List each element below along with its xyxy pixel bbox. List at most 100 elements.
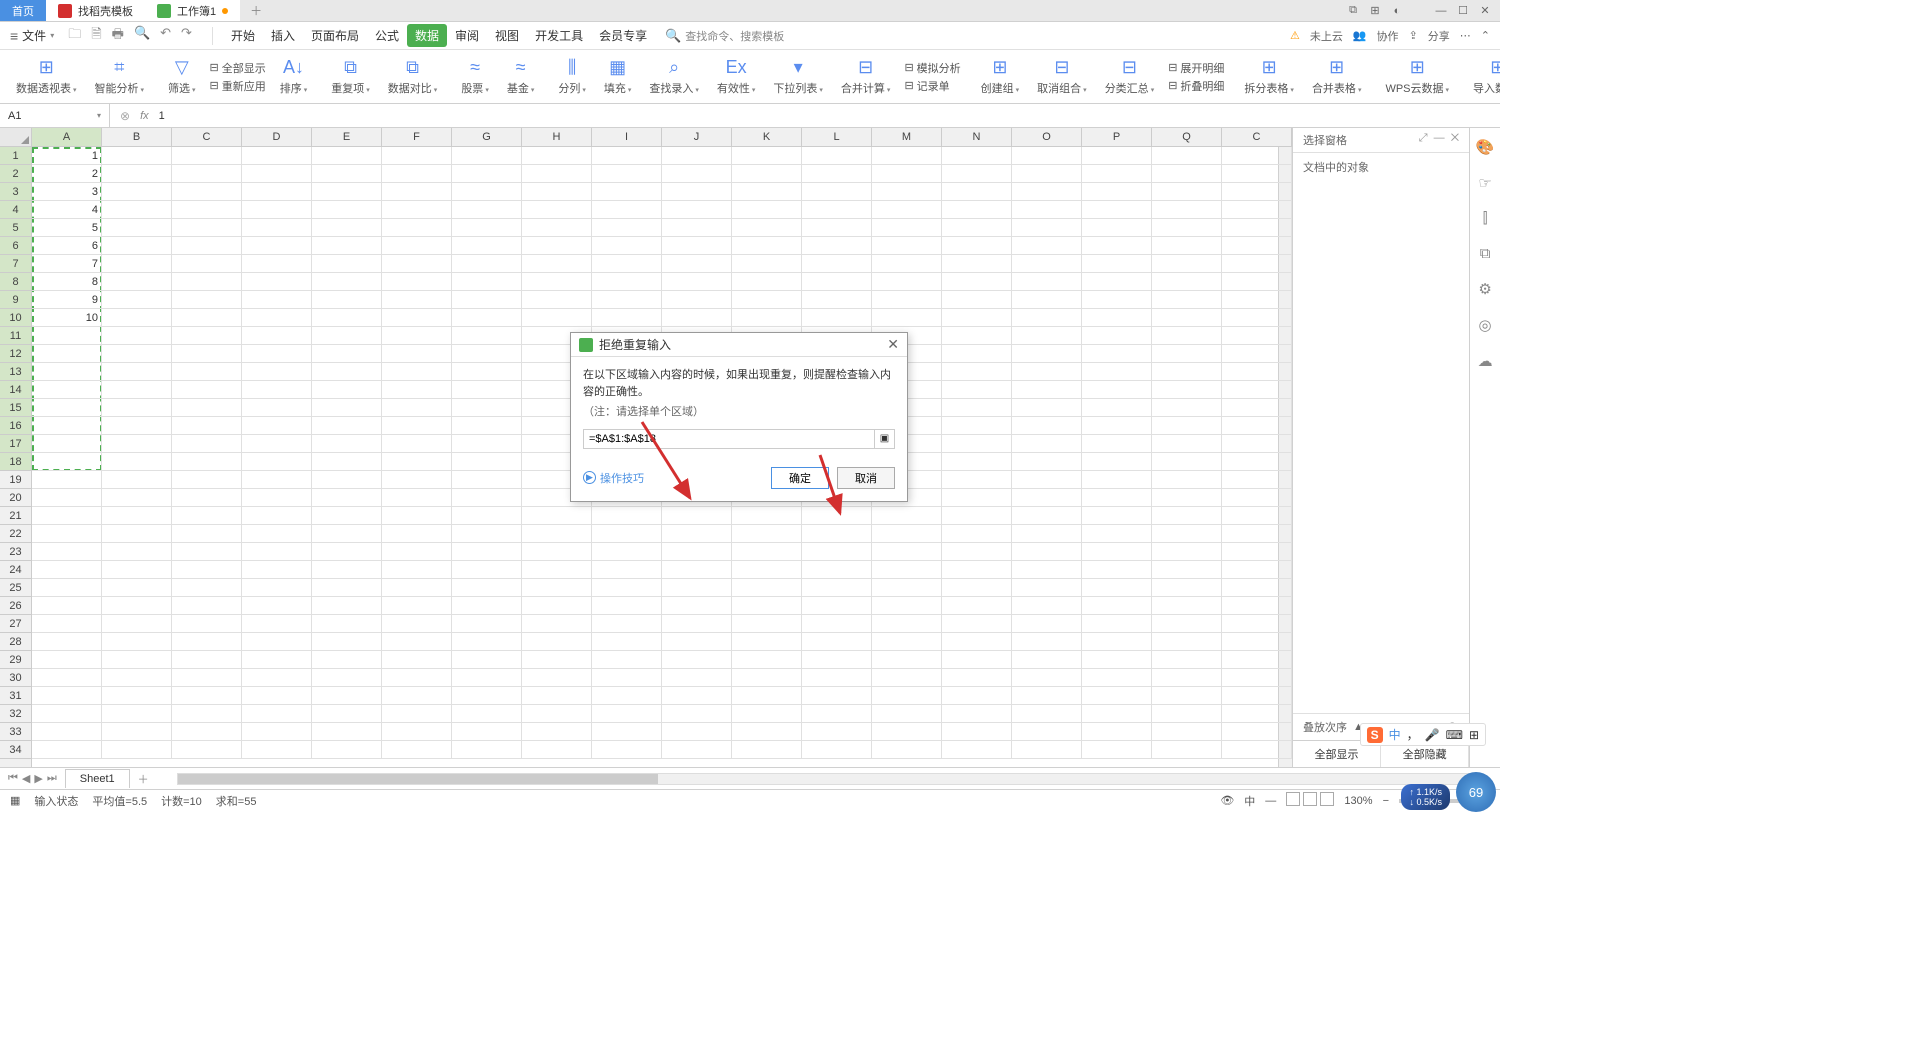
cell[interactable] (312, 381, 382, 399)
cell[interactable] (102, 327, 172, 345)
cell[interactable] (522, 669, 592, 687)
cell[interactable] (312, 525, 382, 543)
cell[interactable] (522, 723, 592, 741)
cell[interactable] (1152, 183, 1222, 201)
cell[interactable] (942, 633, 1012, 651)
cell[interactable] (452, 255, 522, 273)
cell[interactable] (1222, 561, 1292, 579)
cell[interactable] (242, 309, 312, 327)
cell[interactable] (872, 255, 942, 273)
cell[interactable] (242, 543, 312, 561)
cell[interactable] (802, 615, 872, 633)
cell[interactable] (662, 309, 732, 327)
cell[interactable] (242, 381, 312, 399)
cell[interactable] (1082, 363, 1152, 381)
cell[interactable] (942, 705, 1012, 723)
cell[interactable] (1082, 453, 1152, 471)
cell[interactable] (1012, 273, 1082, 291)
cell[interactable] (592, 219, 662, 237)
cell[interactable] (452, 543, 522, 561)
cell[interactable] (1152, 255, 1222, 273)
cell[interactable] (802, 651, 872, 669)
cell[interactable] (382, 651, 452, 669)
cell[interactable] (172, 435, 242, 453)
cell[interactable] (452, 615, 522, 633)
cell[interactable] (872, 201, 942, 219)
row-header-20[interactable]: 20 (0, 489, 31, 507)
cell[interactable] (1152, 345, 1222, 363)
ribbon-排序[interactable]: A↓排序▾ (272, 50, 316, 103)
cell[interactable] (172, 255, 242, 273)
cell[interactable] (382, 219, 452, 237)
cell[interactable] (102, 507, 172, 525)
cell[interactable] (312, 543, 382, 561)
row-header-3[interactable]: 3 (0, 183, 31, 201)
row-header-24[interactable]: 24 (0, 561, 31, 579)
ribbon-取消组合[interactable]: ⊟取消组合▾ (1029, 50, 1095, 103)
cell[interactable] (1222, 435, 1292, 453)
cell[interactable] (1222, 579, 1292, 597)
cell[interactable] (32, 399, 102, 417)
tab-home[interactable]: 首页 (0, 0, 46, 21)
sidebar-select-icon[interactable]: ☞ (1478, 174, 1491, 192)
cell[interactable] (1152, 327, 1222, 345)
cell[interactable] (242, 201, 312, 219)
status-eye-icon[interactable]: 👁 (1220, 794, 1234, 807)
hamburger-icon[interactable]: ≡ (10, 28, 18, 44)
cell[interactable] (872, 273, 942, 291)
cell[interactable] (522, 615, 592, 633)
cell[interactable] (1082, 255, 1152, 273)
cell[interactable]: 7 (32, 255, 102, 273)
cell[interactable] (1152, 561, 1222, 579)
cell[interactable] (1012, 525, 1082, 543)
ime-punct-icon[interactable]: ， (1407, 726, 1419, 743)
cell[interactable] (1082, 507, 1152, 525)
cell[interactable] (1082, 147, 1152, 165)
cell[interactable] (1222, 201, 1292, 219)
cell[interactable] (592, 723, 662, 741)
row-header-17[interactable]: 17 (0, 435, 31, 453)
cell[interactable] (312, 705, 382, 723)
menu-会员专享[interactable]: 会员专享 (591, 24, 655, 47)
cell[interactable] (1012, 417, 1082, 435)
cell[interactable] (312, 435, 382, 453)
cell[interactable] (1012, 561, 1082, 579)
cell[interactable] (242, 615, 312, 633)
cell[interactable] (1082, 669, 1152, 687)
cell[interactable] (1152, 453, 1222, 471)
cell[interactable] (102, 309, 172, 327)
ribbon-股票[interactable]: ≈股票▾ (453, 50, 497, 103)
qat-redo-icon[interactable]: ↷ (181, 25, 192, 47)
cell[interactable] (732, 687, 802, 705)
row-header-22[interactable]: 22 (0, 525, 31, 543)
cell[interactable] (382, 507, 452, 525)
cell[interactable] (102, 489, 172, 507)
row-header-32[interactable]: 32 (0, 705, 31, 723)
tab-workbook[interactable]: 工作簿1 (145, 0, 240, 21)
col-header-B[interactable]: B (102, 128, 172, 146)
ime-lang[interactable]: 中 (1389, 726, 1401, 743)
cell[interactable] (1082, 399, 1152, 417)
cell[interactable] (802, 543, 872, 561)
maximize-button[interactable]: ☐ (1456, 4, 1470, 18)
cell[interactable] (872, 687, 942, 705)
cell[interactable] (312, 237, 382, 255)
cell[interactable]: 2 (32, 165, 102, 183)
cell[interactable] (802, 507, 872, 525)
col-header-I[interactable]: I (592, 128, 662, 146)
cell[interactable] (1152, 417, 1222, 435)
cell[interactable] (732, 507, 802, 525)
cell[interactable] (1152, 237, 1222, 255)
cell[interactable] (732, 651, 802, 669)
row-header-18[interactable]: 18 (0, 453, 31, 471)
cell[interactable] (382, 381, 452, 399)
cell[interactable] (732, 165, 802, 183)
cell[interactable] (1082, 489, 1152, 507)
cell[interactable] (522, 597, 592, 615)
ribbon-WPS云数据[interactable]: ⊞WPS云数据▾ (1377, 50, 1457, 103)
cell[interactable] (102, 615, 172, 633)
cell[interactable] (872, 579, 942, 597)
cell[interactable] (1082, 615, 1152, 633)
ime-toolbar[interactable]: S 中 ， 🎤 ⌨ ⊞ (1360, 723, 1486, 746)
scrollbar-thumb[interactable] (178, 774, 658, 784)
